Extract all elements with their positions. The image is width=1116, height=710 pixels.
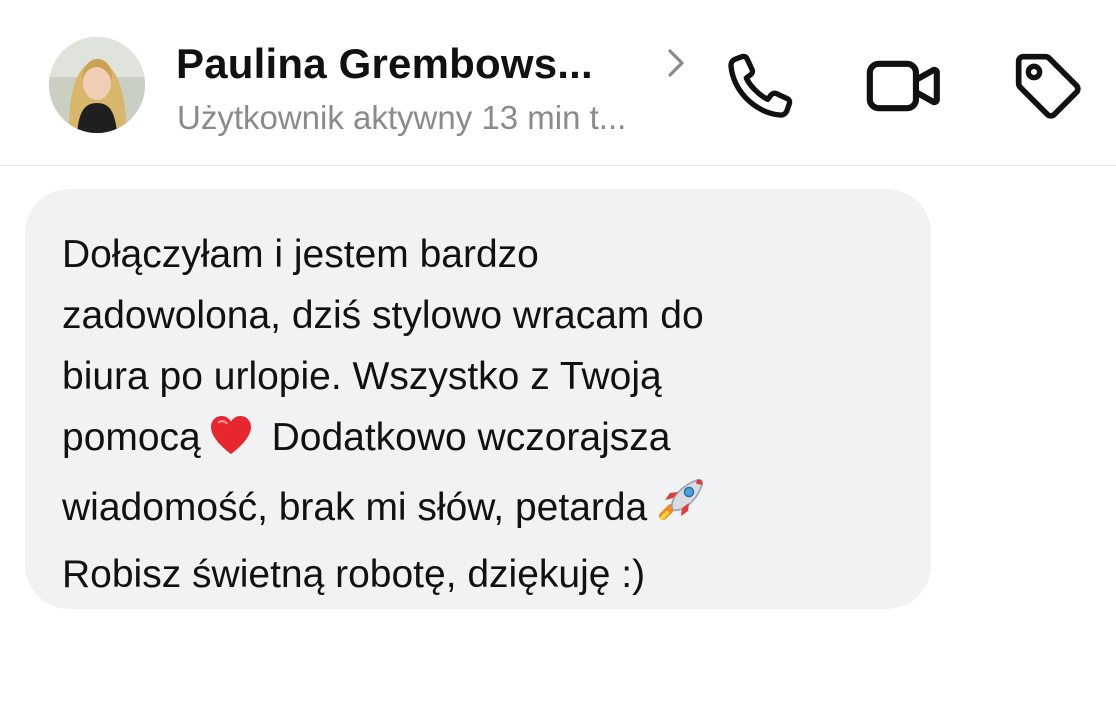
video-camera-icon xyxy=(866,60,940,112)
message-line: wiadomość, brak mi słów, petarda xyxy=(62,474,912,544)
tag-icon xyxy=(1015,53,1081,119)
message-fragment: wiadomość, brak mi słów, petarda xyxy=(62,486,648,529)
message-line: zadowolona, dziś stylowo wracam do xyxy=(62,294,704,337)
call-button[interactable] xyxy=(718,44,802,128)
tag-button[interactable] xyxy=(1006,44,1090,128)
message-text: Dołączyłam i jestem bardzo zadowolona, d… xyxy=(62,224,912,605)
red-heart-emoji xyxy=(207,412,255,474)
rocket-emoji xyxy=(653,474,709,544)
message-fragment: pomocą xyxy=(62,416,201,459)
active-status: Użytkownik aktywny 13 min t... xyxy=(177,99,627,136)
message-line: Dołączyłam i jestem bardzo xyxy=(62,233,539,276)
contact-info-link[interactable]: Paulina Grembows... Użytkownik aktywny 1… xyxy=(176,30,696,142)
phone-icon xyxy=(728,53,793,118)
message-line: pomocą Dodatkowo wczorajsza xyxy=(62,407,912,474)
message-line: biura po urlopie. Wszystko z Twoją xyxy=(62,355,662,398)
conversation-header: Paulina Grembows... Użytkownik aktywny 1… xyxy=(0,0,1116,166)
chevron-right-icon xyxy=(668,49,684,77)
contact-name: Paulina Grembows... xyxy=(176,40,593,87)
message-line: Robisz świetną robotę, dziękuję :) xyxy=(62,553,646,596)
avatar[interactable] xyxy=(49,37,145,133)
message-fragment: Dodatkowo wczorajsza xyxy=(271,416,671,459)
video-call-button[interactable] xyxy=(862,44,946,128)
avatar-photo xyxy=(49,37,145,133)
